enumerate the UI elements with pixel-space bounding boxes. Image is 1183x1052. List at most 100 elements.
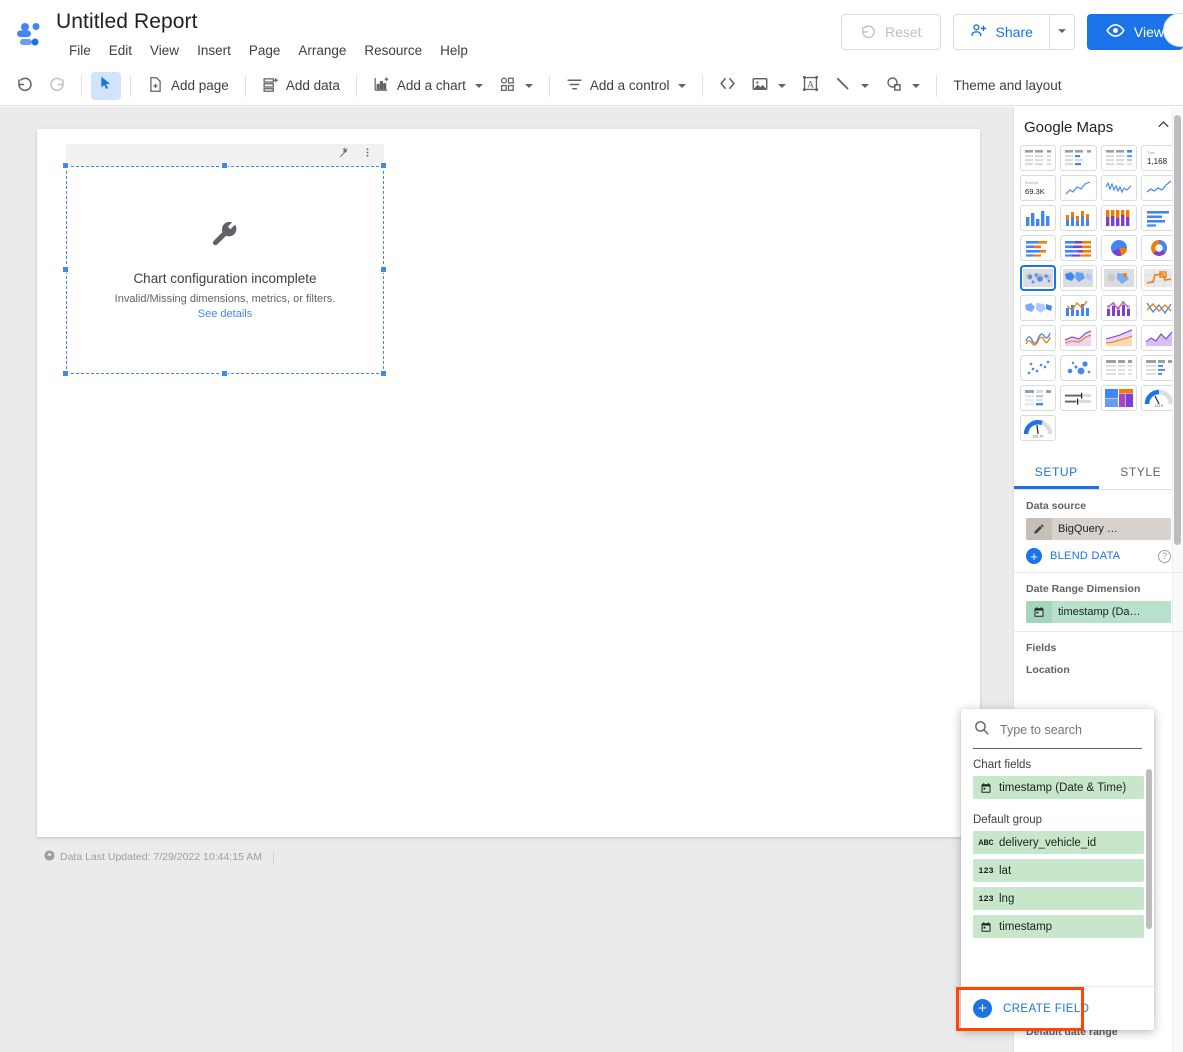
chevron-up-icon[interactable] [1156, 117, 1171, 137]
gallery-item-bar-chart-100[interactable] [1060, 235, 1097, 261]
wrench-icon [209, 220, 241, 257]
field-item-delivery-vehicle-id[interactable]: ABC delivery_vehicle_id [973, 831, 1144, 854]
gallery-item-gauge-large[interactable]: 339.7K [1020, 415, 1057, 441]
data-source-label: Data source [1026, 500, 1087, 512]
gallery-item-column-chart[interactable] [1020, 205, 1057, 231]
gallery-item-table[interactable] [1020, 145, 1057, 171]
pencil-icon[interactable] [1026, 518, 1052, 540]
resize-handle-bottom-left[interactable] [62, 370, 69, 377]
gallery-item-pivot-table-heatmap[interactable] [1020, 385, 1057, 411]
community-visualizations-button[interactable] [492, 72, 540, 100]
person-add-icon [970, 22, 987, 42]
menu-file[interactable]: File [60, 39, 100, 63]
blend-data-row[interactable]: + BLEND DATA ? [1026, 548, 1171, 564]
add-data-button[interactable]: Add data [255, 72, 347, 100]
resize-handle-top-right[interactable] [380, 162, 387, 169]
chart-placeholder[interactable]: Chart configuration incomplete Invalid/M… [66, 166, 384, 374]
see-details-link[interactable]: See details [198, 308, 252, 320]
gallery-item-combo-chart[interactable] [1060, 295, 1097, 321]
panel-scrollbar-thumb[interactable] [1174, 115, 1181, 545]
gallery-item-combo-chart-stacked[interactable] [1100, 295, 1137, 321]
footer-divider [272, 851, 274, 863]
resize-handle-middle-left[interactable] [62, 266, 69, 273]
chevron-down-icon [861, 83, 870, 88]
gallery-item-filled-map[interactable] [1060, 265, 1097, 291]
gallery-item-scorecard-compact[interactable]: Sessions 69.3K [1020, 175, 1057, 201]
share-button-group: Share [952, 14, 1075, 50]
date-range-dimension-chip[interactable]: timestamp (Da… [1026, 601, 1171, 623]
share-dropdown-button[interactable] [1048, 14, 1075, 50]
gallery-item-bubble-chart[interactable] [1060, 355, 1097, 381]
field-item-lat[interactable]: 123 lat [973, 859, 1144, 882]
field-search-input[interactable] [998, 722, 1138, 738]
data-source-chip[interactable]: BigQuery … [1026, 518, 1171, 540]
gallery-item-treemap[interactable] [1100, 385, 1137, 411]
field-search-row[interactable] [961, 709, 1154, 741]
embed-code-button[interactable] [712, 72, 742, 100]
create-field-button[interactable]: + CREATE FIELD [961, 986, 1154, 1030]
menu-insert[interactable]: Insert [188, 39, 240, 63]
tab-setup[interactable]: SETUP [1014, 453, 1099, 489]
redo-icon [48, 74, 66, 97]
magic-wand-icon[interactable] [338, 146, 351, 164]
redo-button[interactable] [42, 72, 72, 100]
field-picker-scrollbar[interactable] [1146, 769, 1152, 929]
menu-page[interactable]: Page [240, 39, 290, 63]
gallery-item-pivot-table[interactable] [1100, 355, 1137, 381]
gallery-item-time-series[interactable] [1060, 175, 1097, 201]
app-header: Untitled Report File Edit View Insert Pa… [0, 0, 1183, 66]
add-chart-button[interactable]: Add a chart [366, 72, 490, 100]
gallery-item-column-chart-stacked[interactable] [1060, 205, 1097, 231]
gallery-item-geo-chart[interactable] [1020, 295, 1057, 321]
resize-handle-top-left[interactable] [62, 162, 69, 169]
gallery-item-time-series-multi[interactable] [1100, 175, 1137, 201]
gallery-item-table-with-heatmap[interactable] [1100, 145, 1137, 171]
undo-button[interactable] [10, 72, 40, 100]
gallery-item-bullet-chart[interactable] [1060, 385, 1097, 411]
gallery-item-column-chart-100[interactable] [1100, 205, 1137, 231]
report-workspace[interactable]: Chart configuration incomplete Invalid/M… [0, 107, 1013, 1052]
gallery-item-smoothed-line-chart[interactable] [1020, 325, 1057, 351]
gallery-item-stacked-area-chart[interactable] [1100, 325, 1137, 351]
add-page-button[interactable]: Add page [140, 72, 236, 100]
resize-handle-top-center[interactable] [221, 162, 228, 169]
resize-handle-bottom-right[interactable] [380, 370, 387, 377]
theme-and-layout-button[interactable]: Theme and layout [946, 72, 1068, 100]
menu-arrange[interactable]: Arrange [289, 39, 355, 63]
menu-help[interactable]: Help [431, 39, 477, 63]
field-item-lng[interactable]: 123 lng [973, 887, 1144, 910]
gallery-item-scatter-chart[interactable] [1020, 355, 1057, 381]
field-item-timestamp[interactable]: timestamp [973, 915, 1144, 938]
insert-image-button[interactable] [744, 72, 793, 100]
chart-type-gallery[interactable]: Total 1,168 Sessions 69.3K 111K 339.7K [1014, 145, 1183, 447]
gallery-item-table-with-bars[interactable] [1060, 145, 1097, 171]
share-button[interactable]: Share [952, 14, 1049, 50]
chevron-down-icon [524, 83, 533, 88]
gallery-item-pie-chart[interactable] [1100, 235, 1137, 261]
select-tool-button[interactable] [91, 71, 121, 100]
insert-shape-button[interactable] [878, 72, 927, 100]
field-picker-popup[interactable]: Chart fields timestamp (Date & Time) Def… [961, 709, 1154, 1030]
chart-widget[interactable]: Chart configuration incomplete Invalid/M… [62, 144, 387, 377]
menu-edit[interactable]: Edit [100, 39, 141, 63]
menu-resource[interactable]: Resource [355, 39, 431, 63]
resize-handle-middle-right[interactable] [380, 266, 387, 273]
tab-style[interactable]: STYLE [1099, 453, 1183, 489]
help-icon[interactable]: ? [1158, 549, 1171, 563]
gallery-item-bubble-map[interactable] [1020, 265, 1057, 291]
field-item-timestamp-date-time[interactable]: timestamp (Date & Time) [973, 776, 1144, 799]
gallery-item-area-chart[interactable] [1060, 325, 1097, 351]
menu-view[interactable]: View [141, 39, 188, 63]
insert-line-button[interactable] [827, 72, 876, 100]
gallery-item-heat-map[interactable] [1100, 265, 1137, 291]
resize-handle-bottom-center[interactable] [221, 370, 228, 377]
reset-button[interactable]: Reset [840, 14, 941, 50]
report-title[interactable]: Untitled Report [56, 8, 477, 36]
add-control-button[interactable]: Add a control [559, 72, 694, 100]
insert-text-button[interactable]: A [795, 72, 825, 100]
gallery-item-bar-chart-stacked[interactable] [1020, 235, 1057, 261]
image-icon [751, 75, 769, 96]
eye-icon [1106, 21, 1125, 43]
more-vert-icon[interactable] [361, 146, 374, 164]
report-page[interactable]: Chart configuration incomplete Invalid/M… [37, 129, 980, 837]
